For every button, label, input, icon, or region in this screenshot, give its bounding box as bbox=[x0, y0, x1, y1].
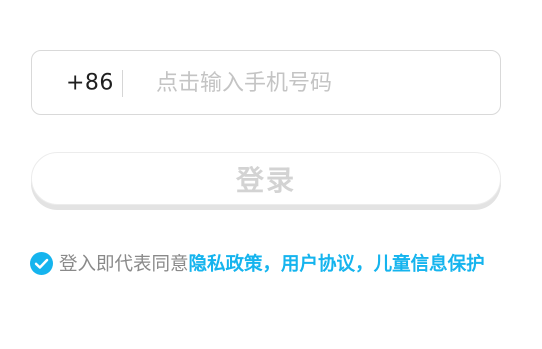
agreement-row: 登入即代表同意 隐私政策 ， 用户协议 ， 儿童信息保护 bbox=[30, 249, 485, 277]
login-button[interactable]: 登录 bbox=[31, 152, 501, 205]
phone-field[interactable]: +86 bbox=[31, 50, 501, 115]
divider bbox=[122, 70, 123, 97]
login-page: +86 登录 登入即代表同意 隐私政策 ， 用户协议 ， 儿童信息保护 bbox=[0, 0, 542, 349]
country-code-selector[interactable]: +86 bbox=[66, 70, 114, 95]
login-button-label: 登录 bbox=[235, 163, 296, 197]
user-agreement-link[interactable]: 用户协议 bbox=[281, 250, 355, 276]
privacy-policy-link[interactable]: 隐私政策 bbox=[189, 250, 263, 276]
separator: ， bbox=[355, 254, 374, 275]
agreement-prefix: 登入即代表同意 bbox=[59, 254, 189, 275]
check-circle-icon[interactable] bbox=[30, 251, 53, 275]
phone-number-input[interactable] bbox=[156, 63, 476, 103]
children-privacy-link[interactable]: 儿童信息保护 bbox=[374, 250, 485, 276]
separator: ， bbox=[262, 254, 282, 275]
